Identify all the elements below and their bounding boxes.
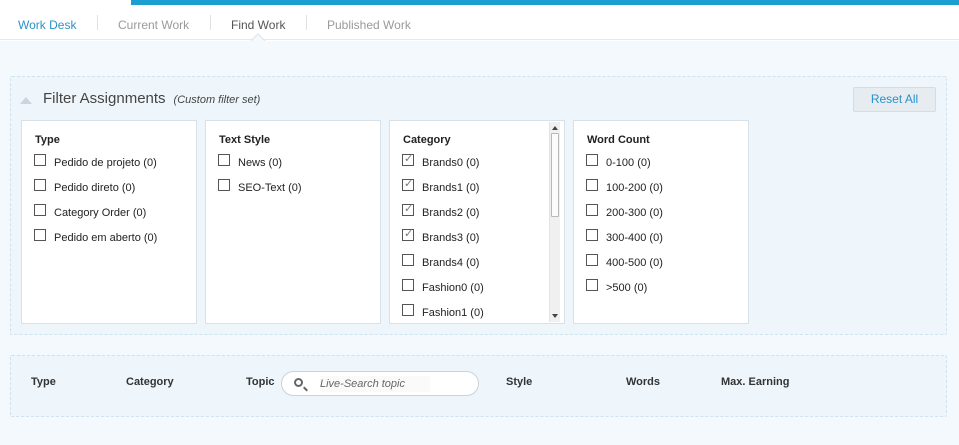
option-label: Pedido direto (0) (54, 182, 136, 194)
scroll-up-arrow-icon[interactable] (552, 126, 558, 130)
checkbox[interactable] (402, 254, 414, 266)
option-label: 300-400 (0) (606, 232, 663, 244)
category-option[interactable]: Brands1 (0) (402, 177, 480, 194)
column-header-category[interactable]: Category (126, 376, 174, 388)
checkbox-checked[interactable] (402, 202, 414, 216)
checkbox[interactable] (34, 179, 46, 191)
option-label: Brands2 (0) (422, 207, 480, 219)
checkbox-checked[interactable] (402, 152, 414, 166)
filter-header: Filter Assignments (Custom filter set) (20, 90, 260, 107)
column-header-type[interactable]: Type (31, 376, 56, 388)
category-option[interactable]: Brands0 (0) (402, 152, 480, 169)
checkbox[interactable] (586, 154, 598, 166)
checkbox[interactable] (586, 204, 598, 216)
checkbox[interactable] (586, 254, 598, 266)
type-option[interactable]: Pedido em aberto (0) (34, 229, 158, 244)
checkbox[interactable] (586, 229, 598, 241)
checkbox[interactable] (34, 204, 46, 216)
reset-all-button[interactable]: Reset All (853, 87, 936, 112)
type-option[interactable]: Pedido de projeto (0) (34, 154, 157, 169)
option-label: 200-300 (0) (606, 207, 663, 219)
option-label: Brands3 (0) (422, 232, 480, 244)
filter-group-title: Category (403, 134, 451, 146)
tab-divider (306, 15, 307, 30)
filter-group-type: Type Pedido de projeto (0) Pedido direto… (21, 120, 197, 324)
tab-find-work[interactable]: Find Work (231, 18, 285, 32)
column-header-topic[interactable]: Topic (246, 376, 275, 388)
tab-published-work[interactable]: Published Work (327, 18, 411, 32)
option-label: Brands4 (0) (422, 257, 480, 269)
option-label: >500 (0) (606, 282, 648, 294)
checkbox[interactable] (34, 154, 46, 166)
checkbox[interactable] (586, 279, 598, 291)
filter-group-title: Type (35, 134, 60, 146)
option-label: Pedido em aberto (0) (54, 232, 158, 244)
top-accent-bar (131, 0, 959, 5)
collapse-triangle-icon[interactable] (20, 97, 32, 104)
option-label: Fashion0 (0) (422, 282, 484, 294)
tab-divider (97, 15, 98, 30)
checkbox[interactable] (34, 229, 46, 241)
word-count-option[interactable]: >500 (0) (586, 279, 648, 294)
option-label: Pedido de projeto (0) (54, 157, 157, 169)
category-option[interactable]: Brands4 (0) (402, 254, 480, 269)
option-label: News (0) (238, 157, 283, 169)
tab-work-desk[interactable]: Work Desk (18, 18, 76, 32)
tab-divider (210, 15, 211, 30)
option-label: 100-200 (0) (606, 182, 663, 194)
category-option[interactable]: Fashion1 (0) (402, 304, 484, 319)
option-label: 0-100 (0) (606, 157, 651, 169)
checkbox-checked[interactable] (402, 177, 414, 191)
tab-current-work[interactable]: Current Work (118, 18, 189, 32)
scroll-down-arrow-icon[interactable] (552, 314, 558, 318)
filter-subtitle: (Custom filter set) (173, 94, 261, 106)
word-count-option[interactable]: 200-300 (0) (586, 204, 663, 219)
scrollbar-thumb[interactable] (551, 133, 559, 217)
text-style-option[interactable]: News (0) (218, 154, 283, 169)
word-count-option[interactable]: 400-500 (0) (586, 254, 663, 269)
option-label: Brands0 (0) (422, 157, 480, 169)
option-label: Brands1 (0) (422, 182, 480, 194)
text-style-option[interactable]: SEO-Text (0) (218, 179, 302, 194)
type-option[interactable]: Pedido direto (0) (34, 179, 136, 194)
option-label: SEO-Text (0) (238, 182, 302, 194)
filter-group-text-style: Text Style News (0) SEO-Text (0) (205, 120, 381, 324)
filter-group-title: Text Style (219, 134, 271, 146)
category-option[interactable]: Fashion0 (0) (402, 279, 484, 294)
option-label: 400-500 (0) (606, 257, 663, 269)
category-scrollbar[interactable] (549, 122, 560, 322)
column-header-style[interactable]: Style (506, 376, 532, 388)
active-tab-pointer-fill (251, 35, 265, 42)
option-label: Fashion1 (0) (422, 307, 484, 319)
word-count-option[interactable]: 100-200 (0) (586, 179, 663, 194)
checkbox[interactable] (218, 154, 230, 166)
checkbox[interactable] (586, 179, 598, 191)
option-label: Category Order (0) (54, 207, 147, 219)
checkbox-checked[interactable] (402, 227, 414, 241)
checkbox[interactable] (402, 279, 414, 291)
category-option[interactable]: Brands3 (0) (402, 227, 480, 244)
column-header-words[interactable]: Words (626, 376, 660, 388)
filter-group-category: Category Brands0 (0) Brands1 (0) Brands2… (389, 120, 565, 324)
filter-group-title: Word Count (587, 134, 650, 146)
checkbox[interactable] (218, 179, 230, 191)
checkbox[interactable] (402, 304, 414, 316)
top-tab-bar: Work Desk Current Work Find Work Publish… (0, 0, 959, 40)
category-option[interactable]: Brands2 (0) (402, 202, 480, 219)
topic-search-input[interactable] (320, 376, 430, 392)
word-count-option[interactable]: 300-400 (0) (586, 229, 663, 244)
search-icon (294, 378, 303, 387)
column-header-max-earning[interactable]: Max. Earning (721, 376, 789, 388)
filter-title: Filter Assignments (43, 90, 166, 107)
word-count-option[interactable]: 0-100 (0) (586, 154, 651, 169)
filter-group-word-count: Word Count 0-100 (0) 100-200 (0) 200-300… (573, 120, 749, 324)
topic-search-box[interactable] (281, 371, 479, 396)
type-option[interactable]: Category Order (0) (34, 204, 147, 219)
